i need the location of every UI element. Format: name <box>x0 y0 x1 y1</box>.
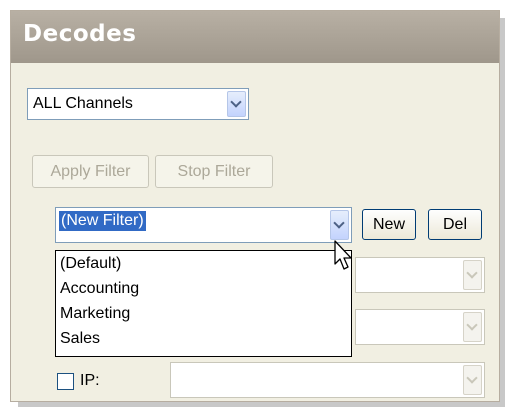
filter-option[interactable]: Sales <box>60 330 100 348</box>
filter-select[interactable]: (New Filter) <box>55 207 352 243</box>
filter-option[interactable]: (Default) <box>60 255 121 273</box>
ip-select <box>170 362 485 398</box>
delete-filter-button[interactable]: Del <box>428 209 482 240</box>
filter-select-value: (New Filter) <box>58 210 147 232</box>
ip-checkbox[interactable] <box>57 373 74 390</box>
mouse-pointer-icon <box>334 240 352 270</box>
disabled-select-1 <box>355 257 485 293</box>
chevron-down-icon[interactable] <box>330 210 349 240</box>
chevron-down-icon[interactable] <box>227 91 246 117</box>
filter-dropdown-list: (Default) Accounting Marketing Sales <box>55 250 352 357</box>
chevron-down-icon <box>463 365 482 395</box>
new-filter-button[interactable]: New <box>362 209 416 240</box>
disabled-select-2 <box>355 309 485 345</box>
apply-filter-button[interactable]: Apply Filter <box>32 155 149 188</box>
chevron-down-icon <box>463 312 482 342</box>
ip-label: IP: <box>80 372 100 389</box>
chevron-down-icon <box>463 260 482 290</box>
panel-title: Decodes <box>23 21 137 47</box>
panel-header: Decodes <box>11 11 499 63</box>
filter-option[interactable]: Accounting <box>60 280 139 298</box>
channel-select[interactable]: ALL Channels <box>27 88 249 120</box>
filter-option[interactable]: Marketing <box>60 305 130 323</box>
stop-filter-button[interactable]: Stop Filter <box>155 155 273 188</box>
channel-select-value: ALL Channels <box>33 95 133 112</box>
